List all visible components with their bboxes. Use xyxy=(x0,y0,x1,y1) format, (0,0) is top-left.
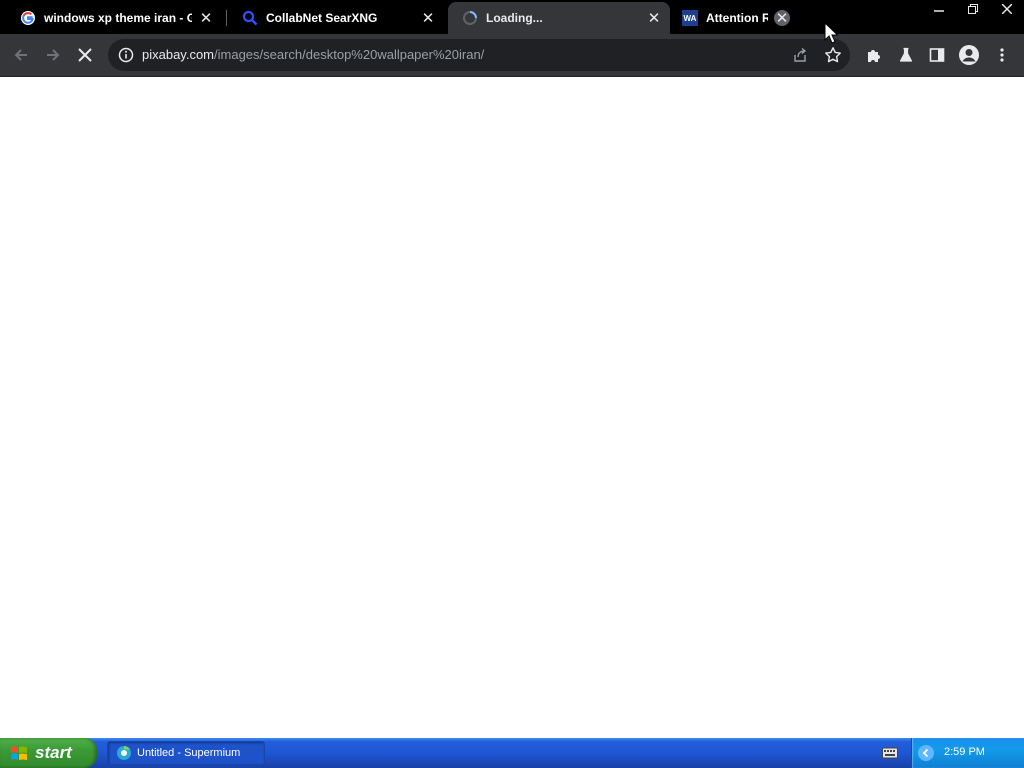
extensions-icon xyxy=(868,50,880,62)
loading-spinner-icon xyxy=(462,10,478,26)
google-g-icon xyxy=(20,10,36,26)
wa-icon-text: WA xyxy=(683,13,697,23)
close-window-button[interactable] xyxy=(990,0,1024,18)
back-icon xyxy=(14,49,27,61)
tab-loading[interactable]: Loading... ✕ xyxy=(448,2,670,34)
start-label: start xyxy=(35,743,72,762)
tab-title: windows xp theme iran - Go xyxy=(44,11,192,25)
side-panel-button[interactable] xyxy=(925,43,949,67)
back-button[interactable] xyxy=(9,43,33,67)
tab-attention[interactable]: WA Attention R ✕ xyxy=(670,2,798,34)
forward-button[interactable] xyxy=(41,43,65,67)
address-bar[interactable]: pixabay.com/images/search/desktop%20wall… xyxy=(108,39,850,71)
stop-button[interactable] xyxy=(73,43,97,67)
tab-collabnet-searxng[interactable]: CollabNet SearXNG ✕ xyxy=(222,2,444,34)
close-tab-icon[interactable]: ✕ xyxy=(420,10,436,27)
page-content xyxy=(0,77,1024,738)
profile-button[interactable] xyxy=(957,43,981,67)
minimize-icon xyxy=(934,10,944,12)
taskbar-item-label: Untitled - Supermium xyxy=(137,747,241,759)
labs-button[interactable] xyxy=(894,43,918,67)
window-controls xyxy=(922,0,1024,18)
searxng-search-icon xyxy=(242,10,258,26)
close-icon xyxy=(1002,4,1012,14)
tab-strip: windows xp theme iran - Go ✕ CollabNet S… xyxy=(0,0,1024,34)
url-host: pixabay.com xyxy=(142,47,215,62)
share-icon[interactable] xyxy=(792,47,808,63)
tab-google-search[interactable]: windows xp theme iran - Go ✕ xyxy=(0,2,222,34)
tab-title: CollabNet SearXNG xyxy=(266,11,378,25)
taskbar: start Untitled - Supermium 2:59 PM xyxy=(0,738,1024,768)
supermium-icon xyxy=(117,746,131,760)
url-text[interactable]: pixabay.com/images/search/desktop%20wall… xyxy=(142,47,484,62)
tab-title: Loading... xyxy=(486,11,543,25)
close-tab-icon[interactable]: ✕ xyxy=(646,10,662,27)
restore-button[interactable] xyxy=(956,0,990,18)
keyboard-icon[interactable] xyxy=(882,746,898,760)
taskbar-item-supermium[interactable]: Untitled - Supermium xyxy=(107,741,265,765)
browser-toolbar: pixabay.com/images/search/desktop%20wall… xyxy=(0,34,1024,77)
menu-icon xyxy=(1000,48,1004,62)
close-tab-icon[interactable]: ✕ xyxy=(198,10,214,27)
system-tray: 2:59 PM xyxy=(882,738,1024,768)
labs-icon xyxy=(899,47,913,62)
chevron-left-icon xyxy=(922,748,929,758)
wa-icon: WA xyxy=(682,10,698,26)
url-path: /images/search/desktop%20wallpaper%20ira… xyxy=(214,47,485,62)
star-icon[interactable] xyxy=(824,46,842,64)
info-icon[interactable] xyxy=(118,47,134,63)
tab-title: Attention R xyxy=(706,11,768,25)
menu-button[interactable] xyxy=(990,43,1014,67)
extensions-button[interactable] xyxy=(862,43,886,67)
close-tab-icon[interactable]: ✕ xyxy=(774,10,790,27)
mouse-cursor-icon xyxy=(824,22,838,44)
stop-icon xyxy=(78,48,92,62)
show-hidden-icons-button[interactable] xyxy=(918,745,934,761)
forward-icon xyxy=(47,49,60,61)
clock[interactable]: 2:59 PM xyxy=(944,746,985,758)
windows-flag-icon xyxy=(11,746,27,761)
minimize-button[interactable] xyxy=(922,0,956,18)
restore-icon xyxy=(968,4,978,14)
side-panel-icon xyxy=(929,48,945,62)
start-button[interactable]: start xyxy=(0,738,97,768)
profile-icon xyxy=(959,45,979,65)
